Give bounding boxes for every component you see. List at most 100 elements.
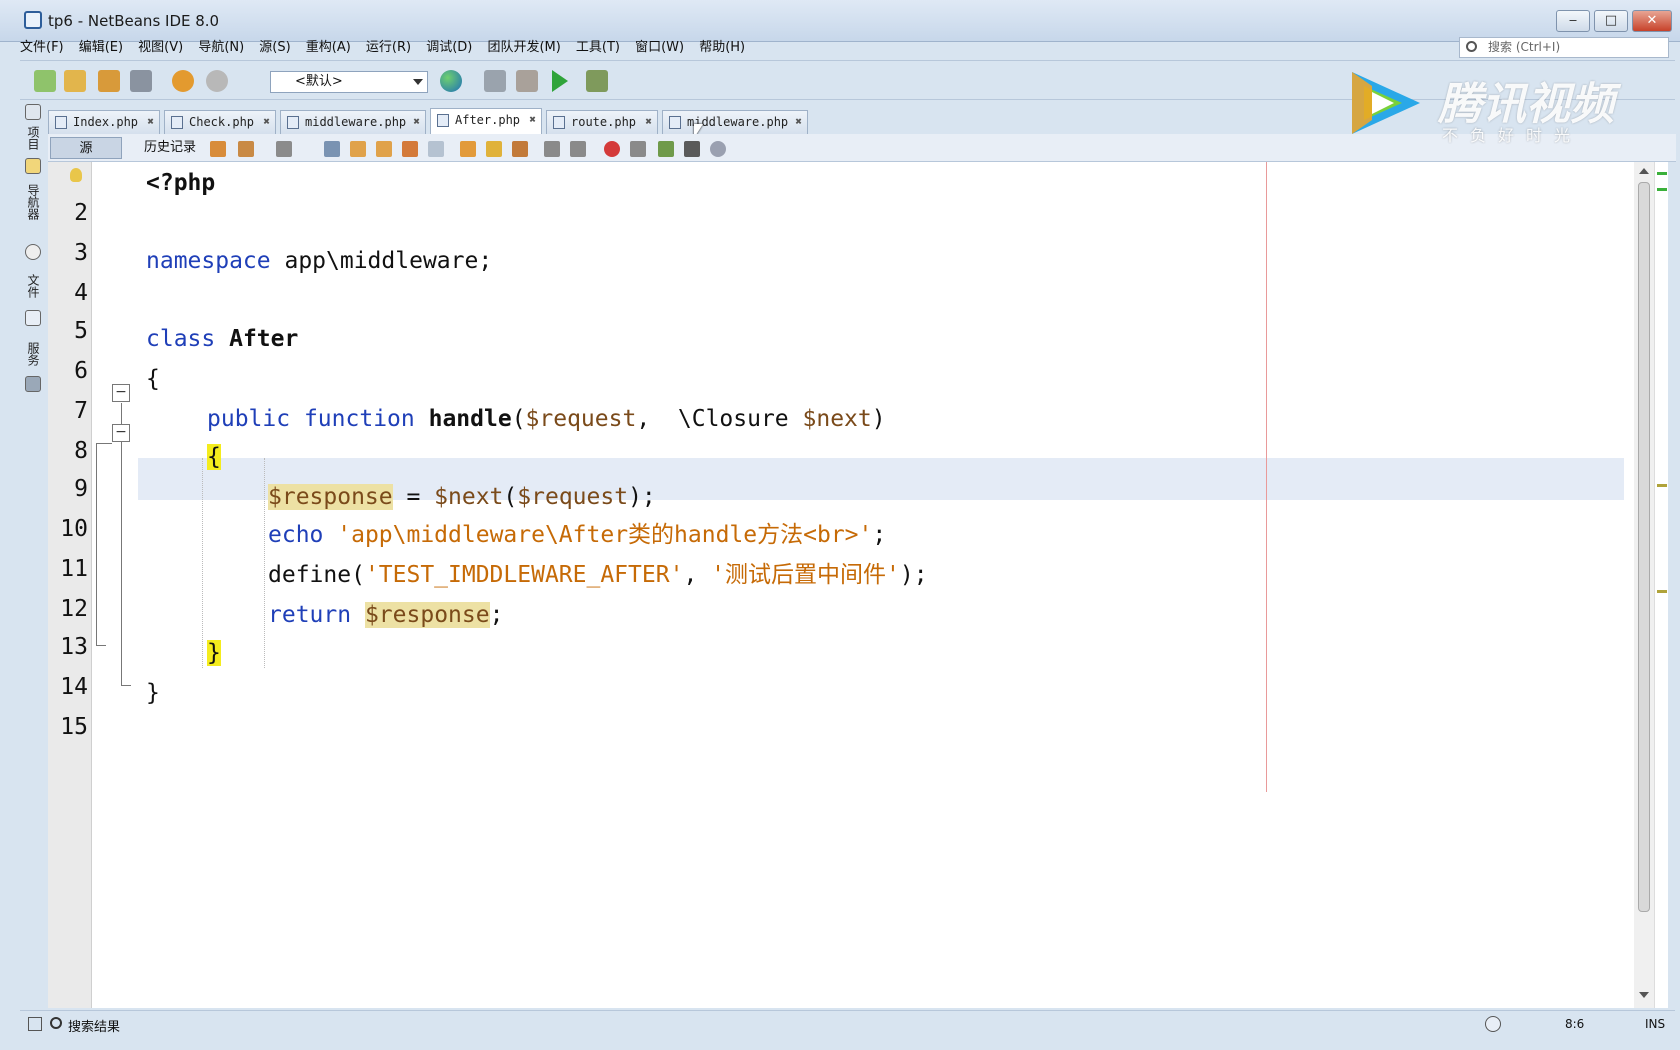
back-icon[interactable] <box>238 141 254 157</box>
scroll-up-arrow-icon[interactable] <box>1639 168 1649 174</box>
status-ok-marker[interactable] <box>1657 172 1667 175</box>
scroll-down-arrow-icon[interactable] <box>1639 992 1649 998</box>
source-view-tab[interactable]: 源 <box>50 137 122 159</box>
clean-build-icon[interactable] <box>516 70 538 92</box>
prev-bookmark-icon[interactable] <box>460 141 476 157</box>
string-literal: 'TEST_IMDDLEWARE_AFTER' <box>364 562 684 588</box>
menu-source[interactable]: 源(S) <box>259 37 290 59</box>
forward-icon[interactable] <box>276 141 292 157</box>
vertical-scrollbar[interactable] <box>1634 162 1654 1008</box>
menu-window[interactable]: 窗口(W) <box>635 37 684 59</box>
line-number: 7 <box>74 398 88 424</box>
caret-position: 8:6 <box>1565 1017 1585 1031</box>
restore-window-icon[interactable] <box>25 104 41 120</box>
keyword: public <box>207 406 291 432</box>
tab-check-php[interactable]: Check.php ✖ <box>164 110 276 134</box>
record-macro-icon[interactable] <box>604 141 620 157</box>
php-file-icon <box>437 114 449 127</box>
close-button[interactable]: ✕ <box>1632 10 1672 32</box>
open-project-icon[interactable] <box>98 70 120 92</box>
side-tab-services[interactable]: 服务 <box>24 342 42 366</box>
side-tab-navigator[interactable]: 导航器 <box>24 184 42 220</box>
new-project-icon[interactable] <box>64 70 86 92</box>
status-ok-marker[interactable] <box>1657 188 1667 191</box>
undo-icon[interactable] <box>172 70 194 92</box>
menu-navigate[interactable]: 导航(N) <box>198 37 244 59</box>
tab-close-icon[interactable]: ✖ <box>645 111 652 133</box>
tab-label: route.php <box>571 115 637 129</box>
occurrence-marker[interactable] <box>1657 484 1667 487</box>
insert-mode: INS <box>1645 1017 1666 1031</box>
side-tab-projects[interactable]: 项目 <box>24 126 42 150</box>
shift-right-icon[interactable] <box>570 141 586 157</box>
menu-debug[interactable]: 调试(D) <box>426 37 472 59</box>
find-previous-icon[interactable] <box>350 141 366 157</box>
menu-file[interactable]: 文件(F) <box>20 37 64 59</box>
code-line-6: { <box>146 366 160 392</box>
punct: ; <box>872 522 887 548</box>
configuration-value: <默认> <box>295 74 343 89</box>
tab-middleware-php-2[interactable]: middleware.php ✖ <box>662 110 808 134</box>
restore-window-icon[interactable] <box>28 1017 42 1031</box>
string-literal: '测试后置中间件' <box>711 562 900 588</box>
fold-guide <box>96 443 112 444</box>
tab-index-php[interactable]: Index.php ✖ <box>48 110 160 134</box>
line-number: 3 <box>74 240 88 266</box>
fold-toggle-class[interactable]: − <box>112 384 130 402</box>
error-stripe[interactable] <box>1654 162 1668 1008</box>
menu-run[interactable]: 运行(R) <box>366 37 411 59</box>
punct: ); <box>628 484 656 510</box>
files-icon <box>25 310 41 326</box>
tab-close-icon[interactable]: ✖ <box>263 111 270 133</box>
globe-icon[interactable] <box>440 70 462 92</box>
maximize-button[interactable]: □ <box>1594 10 1628 32</box>
database-icon[interactable] <box>710 141 726 157</box>
build-hammer-icon[interactable] <box>484 70 506 92</box>
tab-close-icon[interactable]: ✖ <box>795 111 802 133</box>
toggle-bookmark-icon[interactable] <box>512 141 528 157</box>
tab-after-php[interactable]: After.php ✖ <box>430 108 542 134</box>
menu-refactor[interactable]: 重构(A) <box>306 37 351 59</box>
code-line-7: public function handle($request, \Closur… <box>207 398 886 440</box>
debug-icon[interactable] <box>586 70 608 92</box>
find-icon[interactable] <box>324 141 340 157</box>
new-file-icon[interactable] <box>34 70 56 92</box>
menu-tools[interactable]: 工具(T) <box>576 37 620 59</box>
comment-icon[interactable] <box>658 141 674 157</box>
toggle-highlight-icon[interactable] <box>402 141 418 157</box>
hint-bulb-icon[interactable] <box>70 168 82 182</box>
variable-occurrence: $response <box>364 602 490 628</box>
tab-middleware-php[interactable]: middleware.php ✖ <box>280 110 426 134</box>
fold-toggle-method[interactable]: − <box>112 424 130 442</box>
tab-close-icon[interactable]: ✖ <box>413 111 420 133</box>
search-input[interactable]: 搜索 (Ctrl+I) <box>1459 37 1669 58</box>
run-icon[interactable] <box>552 70 568 92</box>
code-editor[interactable]: 2 3 4 5 6 7 8 9 10 11 12 13 14 15 − − <?… <box>48 162 1634 1008</box>
php-file-icon <box>55 116 67 129</box>
minimize-button[interactable]: ‒ <box>1556 10 1590 32</box>
notification-icon[interactable] <box>1485 1016 1501 1032</box>
last-edit-icon[interactable] <box>210 141 226 157</box>
menu-view[interactable]: 视图(V) <box>138 37 183 59</box>
history-view-tab[interactable]: 历史记录 <box>130 137 210 159</box>
menu-edit[interactable]: 编辑(E) <box>79 37 123 59</box>
menu-help[interactable]: 帮助(H) <box>699 37 745 59</box>
shift-left-icon[interactable] <box>544 141 560 157</box>
tab-close-icon[interactable]: ✖ <box>529 109 536 131</box>
configuration-select[interactable]: <默认> <box>270 71 428 93</box>
tab-close-icon[interactable]: ✖ <box>147 111 154 133</box>
menu-team[interactable]: 团队开发(M) <box>487 37 560 59</box>
save-all-icon[interactable] <box>130 70 152 92</box>
uncomment-icon[interactable] <box>684 141 700 157</box>
redo-icon[interactable] <box>206 70 228 92</box>
next-bookmark-icon[interactable] <box>486 141 502 157</box>
side-tab-files[interactable]: 文件 <box>24 274 42 298</box>
search-results-tab[interactable]: 搜索结果 <box>68 1016 120 1035</box>
tab-route-php[interactable]: route.php ✖ <box>546 110 658 134</box>
occurrence-marker[interactable] <box>1657 590 1667 593</box>
find-next-icon[interactable] <box>376 141 392 157</box>
scroll-thumb[interactable] <box>1638 182 1650 912</box>
php-file-icon <box>553 116 565 129</box>
toggle-selection-icon[interactable] <box>428 141 444 157</box>
stop-macro-icon[interactable] <box>630 141 646 157</box>
